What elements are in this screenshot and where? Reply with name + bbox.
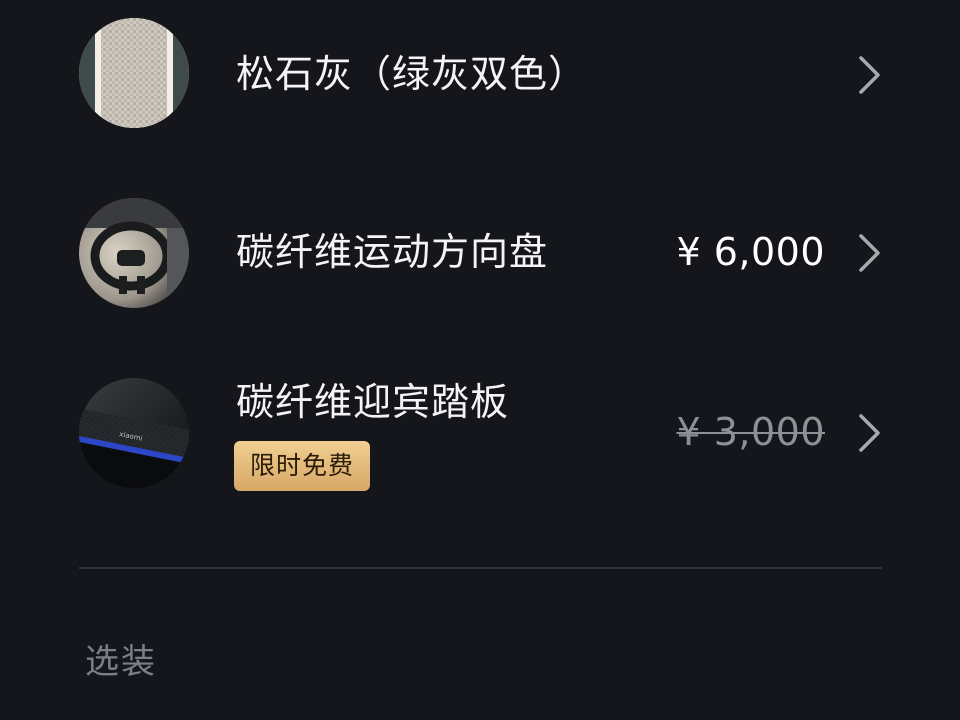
steering-wheel-photo-icon xyxy=(79,198,189,308)
door-sill-photo-icon: xiaomi xyxy=(79,378,189,488)
section-heading-options: 选装 xyxy=(85,642,157,682)
option-price: ¥ 6,000 xyxy=(676,230,825,274)
option-title: 碳纤维运动方向盘 xyxy=(236,230,549,274)
divider xyxy=(79,567,882,569)
option-row-steering-wheel[interactable]: 碳纤维运动方向盘 ¥ 6,000 xyxy=(0,180,960,330)
options-screen: 松石灰（绿灰双色） 碳纤维运动方向盘 ¥ 6,000 xiaomi 碳纤维迎宾踏… xyxy=(0,0,960,720)
option-title: 松石灰（绿灰双色） xyxy=(236,52,588,96)
option-row-door-sill[interactable]: xiaomi 碳纤维迎宾踏板 ¥ 3,000 xyxy=(0,360,960,520)
option-row-interior-color[interactable]: 松石灰（绿灰双色） xyxy=(0,0,960,140)
chevron-right-icon[interactable] xyxy=(856,233,884,273)
chevron-right-icon[interactable] xyxy=(856,413,884,453)
option-title: 碳纤维迎宾踏板 xyxy=(236,380,510,424)
option-original-price: ¥ 3,000 xyxy=(676,410,825,454)
limited-time-free-badge: 限时免费 xyxy=(234,441,370,491)
slate-gray-interior-swatch-icon xyxy=(79,18,189,128)
chevron-right-icon[interactable] xyxy=(856,55,884,95)
